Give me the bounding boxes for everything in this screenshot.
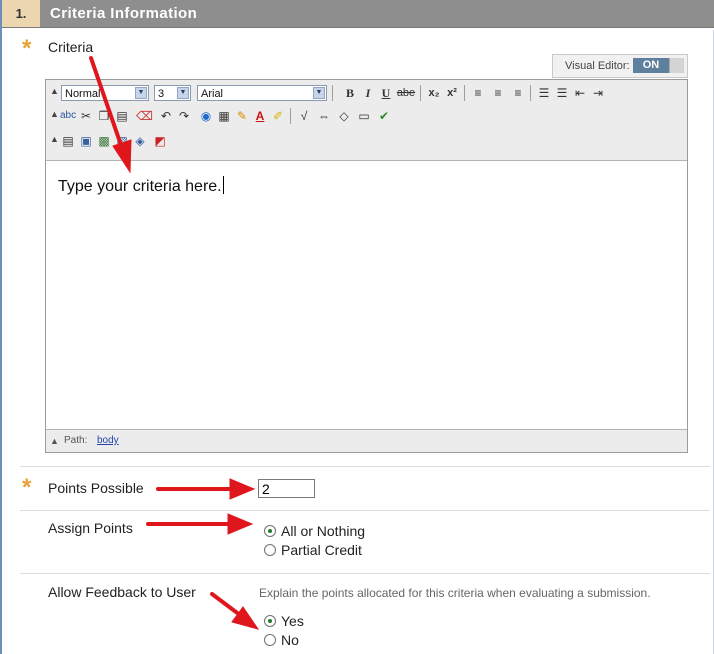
- divider: [20, 573, 710, 574]
- points-possible-input[interactable]: [258, 479, 315, 498]
- math-icon[interactable]: √: [296, 108, 312, 124]
- editor-content-area[interactable]: Type your criteria here.: [58, 176, 224, 196]
- subscript-icon[interactable]: x₂: [426, 85, 442, 101]
- highlight-pen-icon[interactable]: ✎: [234, 108, 250, 124]
- format-select-value: Normal: [65, 88, 101, 100]
- visual-editor-label: Visual Editor:: [565, 60, 630, 72]
- points-possible-label: Points Possible: [48, 480, 144, 496]
- mashup-icon[interactable]: ◈: [132, 133, 148, 149]
- visual-editor-on-button[interactable]: ON: [633, 58, 669, 73]
- radio-yes-label[interactable]: Yes: [281, 613, 304, 629]
- chevron-down-icon: ▼: [135, 87, 147, 99]
- toolbar-row-1: ▲ Normal ▼ 3 ▼ Arial ▼ B I U abe x₂ x² ≡: [46, 82, 687, 104]
- embed-icon[interactable]: ⇔: [316, 108, 332, 124]
- toolbar-row-2: ▲ abc ✂ ❐ ▤ ⌫ ↶ ↷ ◉ ▦ ✎ A ✐ √ ⇔ ◇ ▭ ✔: [46, 105, 687, 127]
- italic-icon[interactable]: I: [360, 85, 376, 101]
- spellcheck-icon[interactable]: abc: [60, 108, 76, 124]
- visual-editor-toggle[interactable]: Visual Editor: ON: [552, 54, 688, 78]
- background-color-icon[interactable]: ✐: [270, 108, 286, 124]
- toolbar-separator: [420, 85, 421, 101]
- text-color-icon[interactable]: A: [252, 108, 268, 124]
- editor-path-bar: ▲ Path: body: [46, 429, 687, 452]
- preview-icon[interactable]: ▭: [356, 108, 372, 124]
- radio-partial-credit-label[interactable]: Partial Credit: [281, 542, 362, 558]
- media-icon[interactable]: ▩: [96, 133, 112, 149]
- file-icon[interactable]: ▧: [114, 133, 130, 149]
- eraser-icon[interactable]: ⌫: [136, 108, 153, 124]
- criteria-label: Criteria: [48, 39, 94, 55]
- chevron-down-icon: ▼: [177, 87, 189, 99]
- superscript-icon[interactable]: x²: [444, 85, 460, 101]
- cut-icon[interactable]: ✂: [78, 108, 94, 124]
- underline-icon[interactable]: U: [378, 85, 394, 101]
- size-select[interactable]: 3 ▼: [154, 85, 191, 101]
- assign-points-label: Assign Points: [48, 520, 133, 536]
- divider: [20, 466, 710, 467]
- collapse-toggle-icon[interactable]: ▲: [50, 86, 59, 96]
- chevron-down-icon: ▼: [313, 87, 325, 99]
- copy-icon[interactable]: ❐: [96, 108, 112, 124]
- text-caret: [222, 176, 224, 194]
- undo-icon[interactable]: ↶: [158, 108, 174, 124]
- arrow-to-assign-points-head: [227, 513, 254, 535]
- html-icon[interactable]: ◇: [336, 108, 352, 124]
- ordered-list-icon[interactable]: ☰: [536, 85, 552, 101]
- unordered-list-icon[interactable]: ☰: [554, 85, 570, 101]
- editor-toolbar: ▲ Normal ▼ 3 ▼ Arial ▼ B I U abe x₂ x² ≡: [46, 80, 687, 161]
- align-right-icon[interactable]: ≡: [510, 85, 526, 101]
- path-body-link[interactable]: body: [97, 435, 119, 446]
- toolbar-separator: [332, 85, 333, 101]
- toolbar-row-3: ▲ ▤ ▣ ▩ ▧ ◈ ◩: [46, 130, 687, 152]
- radio-yes-button[interactable]: [264, 615, 276, 627]
- required-star-icon: *: [22, 35, 32, 62]
- radio-no-label[interactable]: No: [281, 632, 299, 648]
- arrow-to-feedback-yes: [210, 592, 242, 617]
- image-icon[interactable]: ▣: [78, 133, 94, 149]
- format-select[interactable]: Normal ▼: [61, 85, 149, 101]
- strikethrough-icon[interactable]: abe: [396, 85, 416, 101]
- paste-icon[interactable]: ▤: [114, 108, 130, 124]
- radio-all-or-nothing-label[interactable]: All or Nothing: [281, 523, 365, 539]
- redo-icon[interactable]: ↷: [176, 108, 192, 124]
- criteria-editor: ▲ Normal ▼ 3 ▼ Arial ▼ B I U abe x₂ x² ≡: [45, 79, 688, 453]
- paste-text-icon[interactable]: ▤: [60, 133, 76, 149]
- link-icon[interactable]: ◉: [198, 108, 214, 124]
- path-toggle-icon[interactable]: ▲: [50, 436, 59, 446]
- font-select[interactable]: Arial ▼: [197, 85, 327, 101]
- radio-partial-credit-button[interactable]: [264, 544, 276, 556]
- font-select-value: Arial: [201, 88, 224, 100]
- required-star-icon: *: [22, 474, 32, 501]
- collapse-toggle-icon[interactable]: ▲: [50, 134, 59, 144]
- radio-no-button[interactable]: [264, 634, 276, 646]
- table-icon[interactable]: ▦: [216, 108, 232, 124]
- feedback-help-text: Explain the points allocated for this cr…: [259, 586, 651, 600]
- align-center-icon[interactable]: ≡: [490, 85, 506, 101]
- toolbar-separator: [530, 85, 531, 101]
- criteria-text: Type your criteria here.: [58, 178, 222, 195]
- path-label: Path:: [64, 435, 88, 446]
- toolbar-separator: [290, 108, 291, 124]
- collapse-toggle-icon[interactable]: ▲: [50, 109, 59, 119]
- section-header: 1. Criteria Information: [2, 0, 714, 28]
- checkmark-icon[interactable]: ✔: [376, 108, 392, 124]
- toolbar-separator: [464, 85, 465, 101]
- size-select-value: 3: [158, 88, 165, 100]
- arrow-to-points-input-head: [229, 478, 256, 500]
- feedback-label: Allow Feedback to User: [48, 584, 196, 600]
- pdf-icon[interactable]: ◩: [152, 133, 168, 149]
- section-title: Criteria Information: [50, 5, 198, 22]
- divider: [20, 510, 710, 511]
- bold-icon[interactable]: B: [342, 85, 358, 101]
- radio-all-or-nothing-button[interactable]: [264, 525, 276, 537]
- align-left-icon[interactable]: ≡: [470, 85, 486, 101]
- step-number: 1.: [2, 0, 40, 27]
- indent-icon[interactable]: ⇥: [590, 85, 606, 101]
- arrow-to-feedback-yes-head: [231, 606, 260, 630]
- visual-editor-off-button[interactable]: [669, 58, 684, 73]
- page-frame-left: [0, 0, 2, 654]
- outdent-icon[interactable]: ⇤: [572, 85, 588, 101]
